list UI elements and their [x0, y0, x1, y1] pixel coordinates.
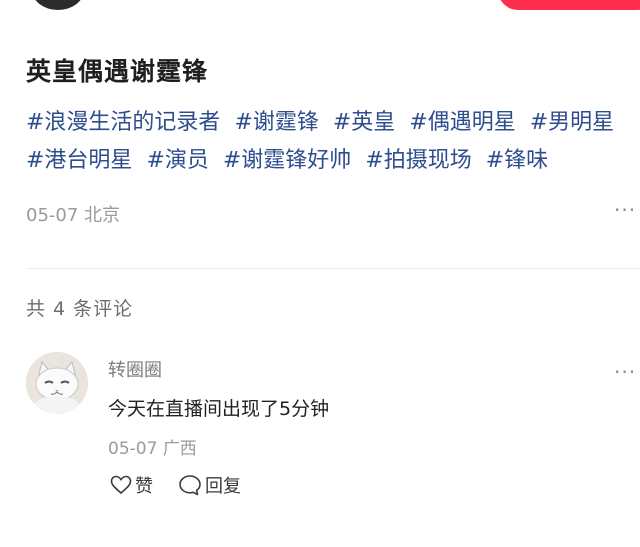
- comment-text: 今天在直播间出现了5分钟: [108, 398, 330, 420]
- comment-meta: 05-07 广西: [108, 434, 197, 459]
- comment-date: 05-07: [108, 439, 158, 459]
- hashtag-link[interactable]: #演员: [146, 148, 208, 173]
- hashtag-link[interactable]: #拍摄现场: [365, 148, 471, 173]
- hashtag-link[interactable]: #锋味: [486, 148, 548, 173]
- like-label: 赞: [135, 476, 153, 497]
- commenter-avatar[interactable]: [26, 352, 88, 414]
- follow-button[interactable]: [498, 0, 640, 10]
- comment-more-button[interactable]: ···: [614, 360, 636, 384]
- comment-author[interactable]: 转圈圈: [108, 356, 162, 382]
- comment-location: 广西: [162, 439, 197, 459]
- like-button[interactable]: 赞: [110, 472, 153, 498]
- more-options-button[interactable]: ···: [614, 198, 636, 222]
- hashtag-link[interactable]: #浪漫生活的记录者: [26, 110, 220, 135]
- reply-label: 回复: [205, 476, 241, 497]
- author-avatar[interactable]: [32, 0, 84, 10]
- hashtag-link[interactable]: #谢霆锋: [234, 110, 318, 135]
- post-location: 北京: [84, 205, 121, 226]
- divider: [26, 268, 640, 269]
- reply-button[interactable]: 回复: [178, 472, 241, 498]
- post-date: 05-07: [26, 205, 79, 226]
- post-tags: #浪漫生活的记录者 #谢霆锋 #英皇 #偶遇明星 #男明星 #港台明星 #演员 #谢霆锋好帅…: [26, 104, 636, 180]
- hashtag-link[interactable]: #男明星: [530, 110, 614, 135]
- comment-count: 共 4 条评论: [26, 298, 134, 320]
- hashtag-link[interactable]: #谢霆锋好帅: [223, 148, 351, 173]
- chat-bubble-icon: [179, 475, 201, 496]
- hashtag-link[interactable]: #偶遇明星: [409, 110, 515, 135]
- hashtag-link[interactable]: #英皇: [333, 110, 395, 135]
- heart-icon: [110, 475, 132, 495]
- post-meta: 05-07 北京: [26, 201, 120, 227]
- hashtag-link[interactable]: #港台明星: [26, 148, 132, 173]
- cat-avatar-icon: [26, 352, 88, 414]
- post-title: 英皇偶遇谢霆锋: [26, 57, 209, 86]
